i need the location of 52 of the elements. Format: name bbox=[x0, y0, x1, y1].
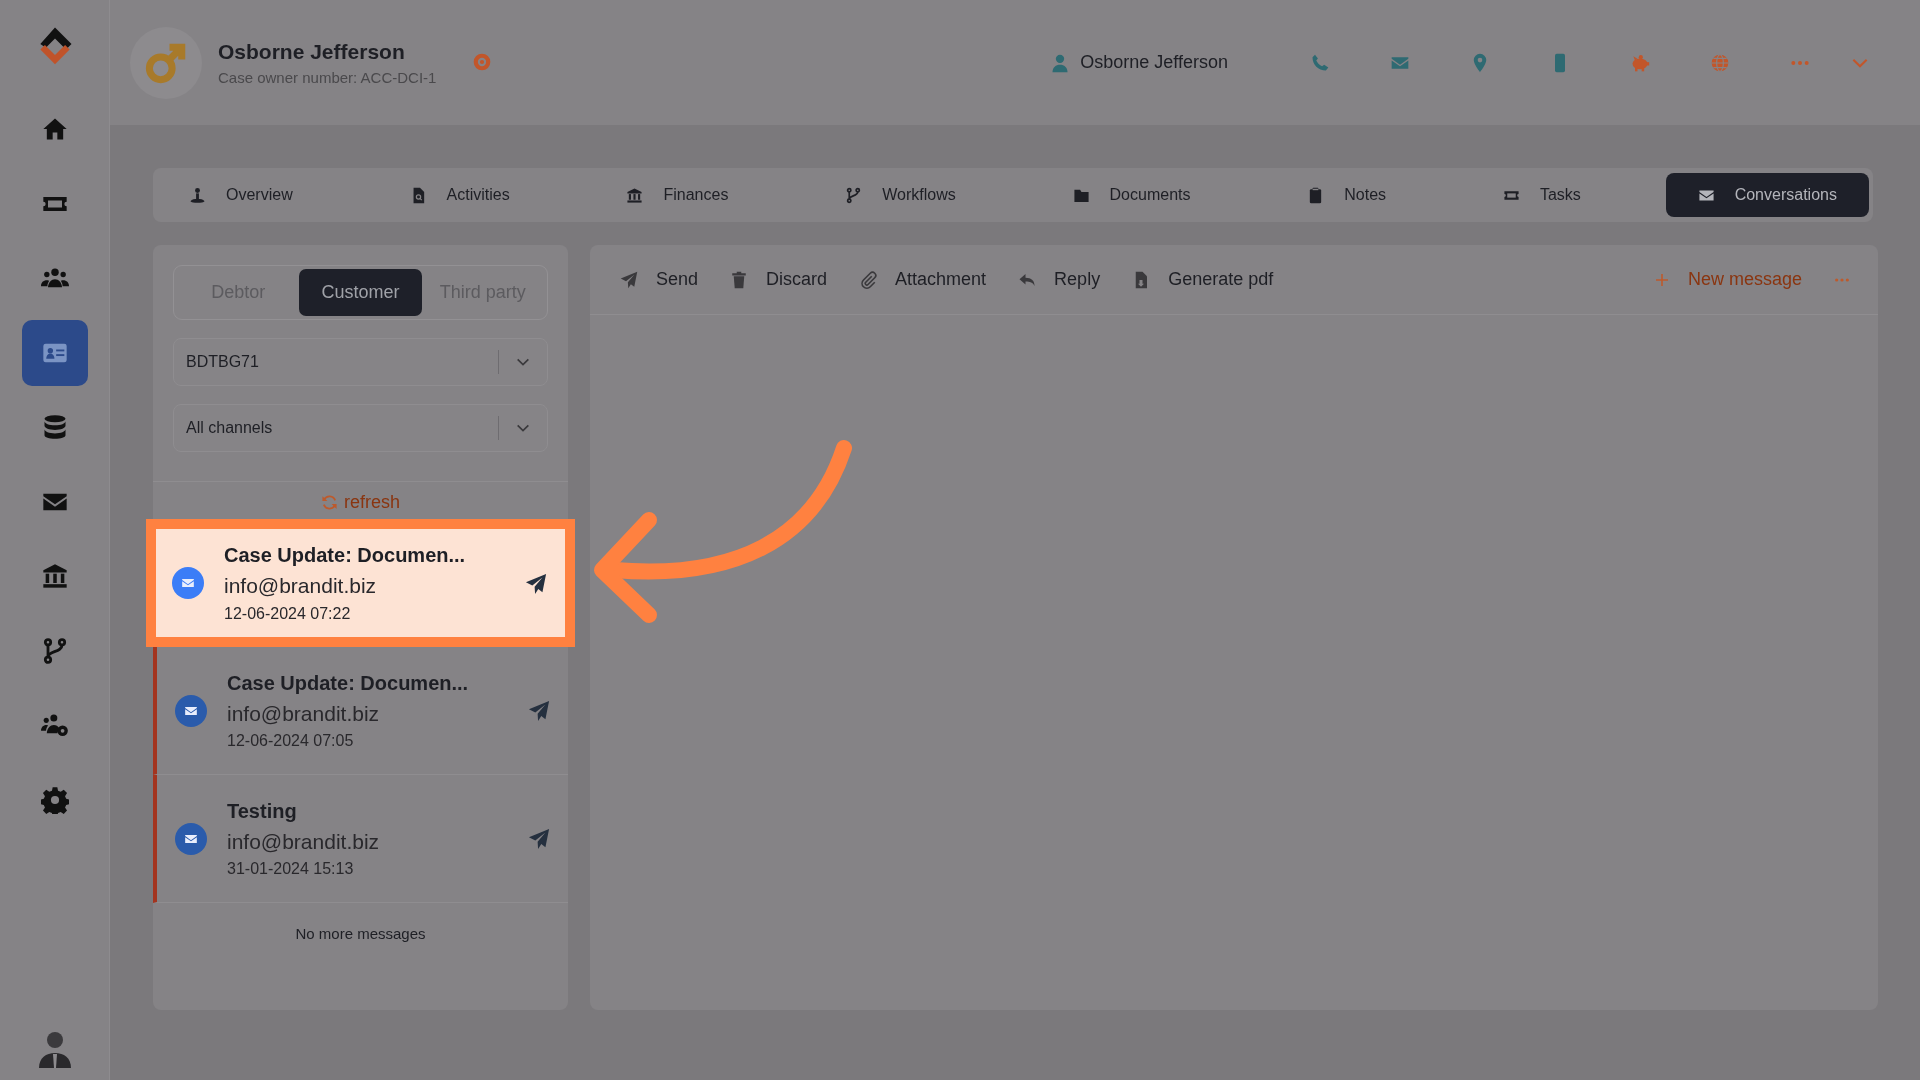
branch-icon bbox=[845, 186, 863, 204]
message-sender: info@brandit.biz bbox=[227, 828, 381, 855]
message-subject: Case Update: Documen... bbox=[224, 543, 467, 569]
bank-icon bbox=[40, 562, 69, 590]
paperclip-icon bbox=[859, 270, 878, 289]
tab[interactable]: Tasks bbox=[1470, 173, 1613, 217]
message-item[interactable]: Case Update: Documen... info@brandit.biz 12-06-2024 07:05 bbox=[153, 647, 568, 775]
message-date: 12-06-2024 07:05 bbox=[227, 731, 355, 752]
toolbar-button[interactable]: Attachment bbox=[843, 260, 1003, 299]
party-tab[interactable]: Customer bbox=[299, 269, 422, 316]
toolbar-button[interactable]: Reply bbox=[1002, 260, 1117, 299]
trash-icon bbox=[730, 270, 749, 289]
owner-name: Osborne Jefferson bbox=[218, 38, 406, 65]
message-date: 12-06-2024 07:22 bbox=[224, 603, 352, 624]
toolbar-button[interactable]: Generate pdf bbox=[1116, 260, 1290, 299]
sidebar-item[interactable] bbox=[21, 319, 88, 386]
male-icon bbox=[145, 41, 187, 84]
select-field[interactable]: BDTBG71 bbox=[173, 338, 548, 386]
bank-icon bbox=[626, 186, 644, 204]
eye-icon bbox=[472, 52, 493, 73]
tab[interactable]: Documents bbox=[1040, 173, 1223, 217]
tab[interactable]: Activities bbox=[377, 173, 542, 217]
send-icon bbox=[620, 270, 638, 289]
tab[interactable]: Notes bbox=[1275, 173, 1419, 217]
mail-badge-icon bbox=[172, 567, 204, 599]
tab[interactable]: Overview bbox=[157, 173, 325, 217]
settings-icon bbox=[40, 785, 69, 814]
select-value: BDTBG71 bbox=[186, 352, 259, 372]
toolbar-button[interactable]: Discard bbox=[714, 260, 844, 299]
paper-plane-icon bbox=[528, 700, 550, 723]
refresh-icon bbox=[321, 494, 338, 511]
select-value: All channels bbox=[186, 418, 273, 438]
message-sender: info@brandit.biz bbox=[227, 700, 381, 727]
select-field[interactable]: All channels bbox=[173, 404, 548, 452]
paper-plane-icon bbox=[528, 828, 550, 851]
toolbar-button[interactable]: Send bbox=[604, 260, 715, 299]
message-date: 31-01-2024 15:13 bbox=[227, 859, 355, 880]
plus-icon bbox=[1653, 271, 1670, 288]
tab[interactable]: Workflows bbox=[813, 173, 988, 217]
mail-badge-icon bbox=[175, 822, 207, 855]
message-sender: info@brandit.biz bbox=[224, 573, 378, 600]
case-owner-number: Case owner number: ACC-DCI-1 bbox=[218, 68, 437, 88]
message-subject: Case Update: Documen... bbox=[227, 670, 470, 696]
contact-name: Osborne Jefferson bbox=[1080, 51, 1228, 74]
mail-badge-icon bbox=[175, 694, 207, 727]
message-item[interactable]: Case Update: Documen... info@brandit.biz 12-06-2024 07:22 bbox=[146, 519, 575, 647]
message-item[interactable]: Testing info@brandit.biz 31-01-2024 15:13 bbox=[153, 775, 568, 903]
message-subject: Testing bbox=[227, 798, 298, 824]
no-more-messages: No more messages bbox=[295, 924, 426, 944]
tab[interactable]: Finances bbox=[594, 173, 761, 217]
tab[interactable]: Conversations bbox=[1665, 173, 1869, 217]
paper-plane-icon bbox=[525, 572, 547, 595]
